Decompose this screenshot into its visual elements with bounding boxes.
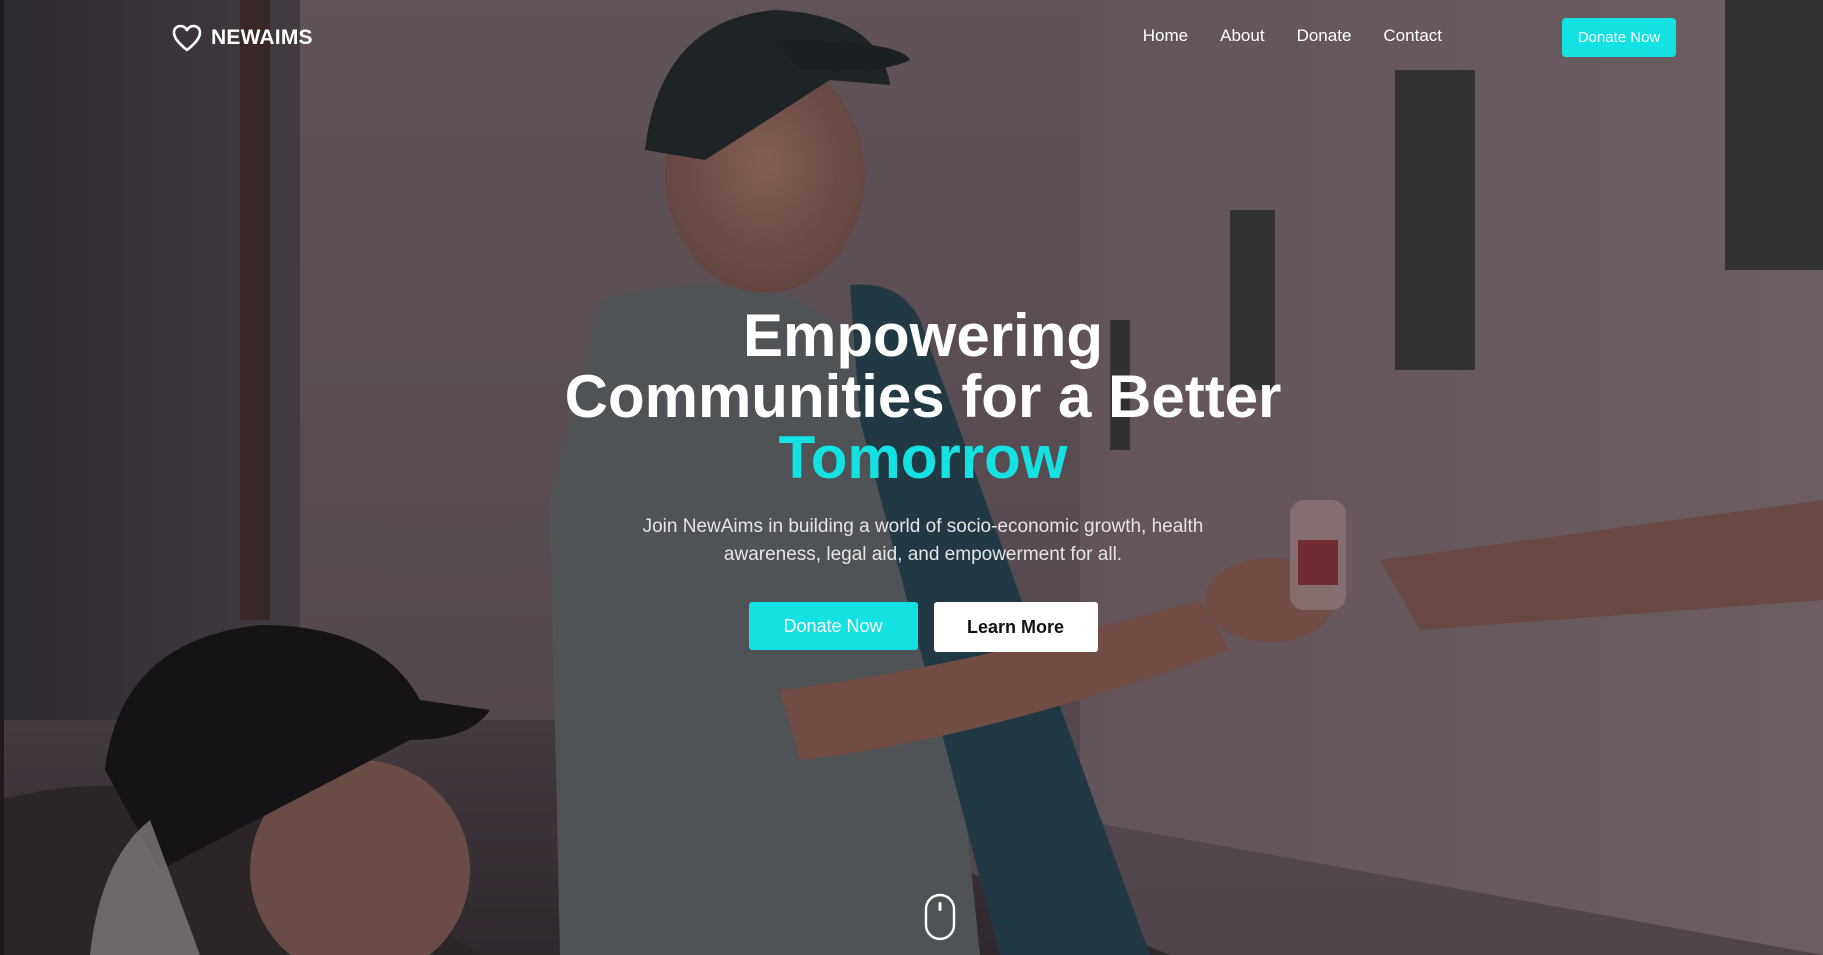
nav-links: Home About Donate Contact xyxy=(1143,26,1442,46)
heart-outline-icon xyxy=(172,24,202,52)
nav-link-contact[interactable]: Contact xyxy=(1383,26,1442,46)
top-navigation: NEWAIMS Home About Donate Contact Donate… xyxy=(0,0,1823,78)
hero-learn-more-button[interactable]: Learn More xyxy=(933,602,1098,652)
hero-donate-now-button[interactable]: Donate Now xyxy=(748,602,918,650)
hero-title-line-1: Empowering xyxy=(742,302,1104,369)
hero-subtitle: Join NewAims in building a world of soci… xyxy=(642,516,1204,565)
hero-title-line-2: Communities for a Better xyxy=(564,363,1282,430)
hero-section: NEWAIMS Home About Donate Contact Donate… xyxy=(0,0,1823,955)
nav-donate-now-button[interactable]: Donate Now xyxy=(1562,18,1676,57)
nav-link-home[interactable]: Home xyxy=(1143,26,1188,46)
nav-link-donate[interactable]: Donate xyxy=(1297,26,1352,46)
nav-link-about[interactable]: About xyxy=(1220,26,1264,46)
hero-title-accent: Tomorrow xyxy=(778,424,1068,491)
brand-name: NEWAIMS xyxy=(211,26,313,49)
mouse-scroll-icon[interactable] xyxy=(924,893,956,941)
hero-actions: Donate Now Learn More xyxy=(0,602,1823,652)
hero-content: Empowering Communities for a Better Tomo… xyxy=(0,305,1823,652)
brand-logo[interactable]: NEWAIMS xyxy=(171,22,313,54)
hero-title: Empowering Communities for a Better Tomo… xyxy=(0,305,1823,488)
